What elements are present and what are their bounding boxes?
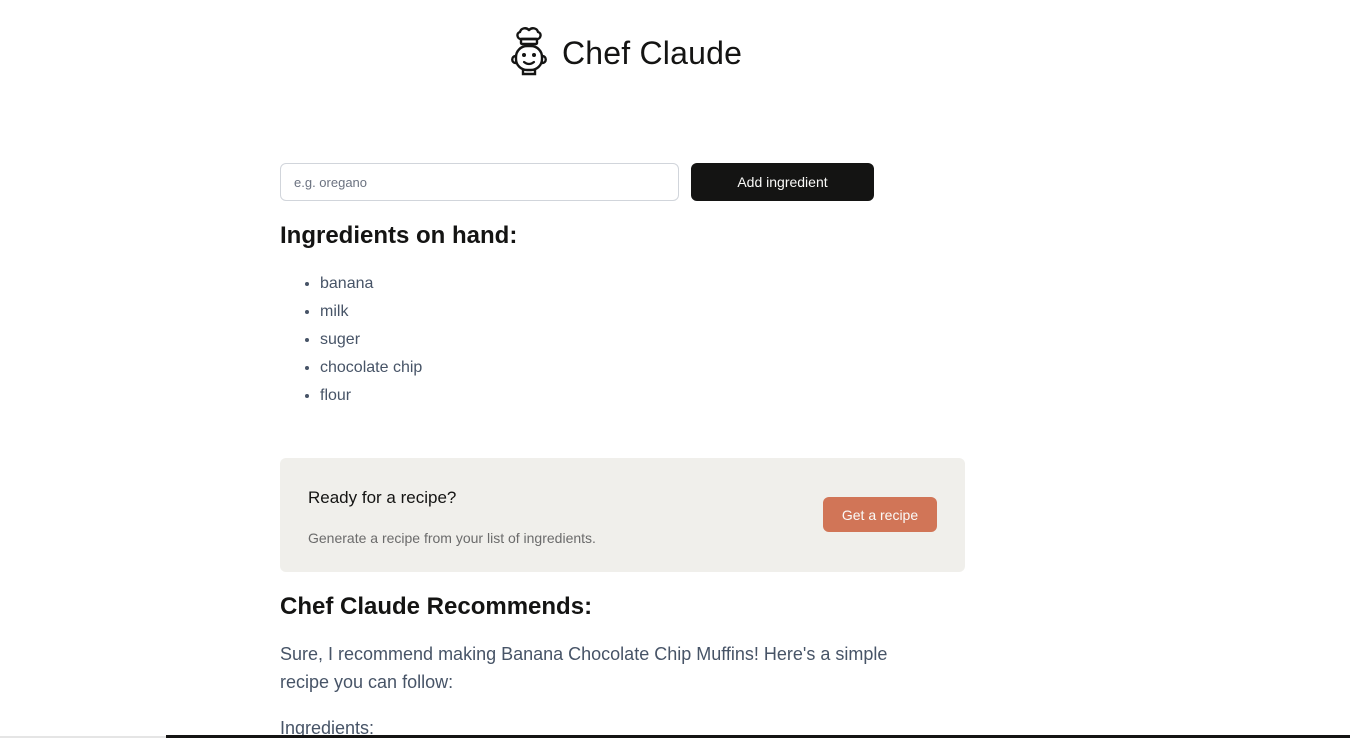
get-recipe-button[interactable]: Get a recipe [823, 497, 937, 532]
chef-hat-face-icon [511, 27, 547, 76]
ingredient-item: suger [320, 326, 422, 354]
add-ingredient-button[interactable]: Add ingredient [691, 163, 874, 201]
ingredient-item: flour [320, 382, 422, 410]
ingredient-item: milk [320, 298, 422, 326]
ingredients-list: banana milk suger chocolate chip flour [280, 270, 422, 410]
recommendation-heading: Chef Claude Recommends: [280, 593, 593, 620]
add-ingredient-form: Add ingredient [280, 163, 874, 201]
ingredient-item: banana [320, 270, 422, 298]
recommendation-intro: Sure, I recommend making Banana Chocolat… [280, 644, 888, 692]
recipe-card-description: Generate a recipe from your list of ingr… [308, 530, 596, 546]
page: Chef Claude Add ingredient Ingredients o… [0, 0, 1350, 738]
ingredient-input[interactable] [280, 163, 679, 201]
get-recipe-card: Ready for a recipe? Generate a recipe fr… [280, 458, 965, 572]
ingredients-heading: Ingredients on hand: [280, 222, 518, 249]
app-header: Chef Claude [508, 27, 742, 79]
ingredient-item: chocolate chip [320, 354, 422, 382]
recipe-card-title: Ready for a recipe? [308, 488, 457, 507]
app-title: Chef Claude [562, 35, 743, 71]
